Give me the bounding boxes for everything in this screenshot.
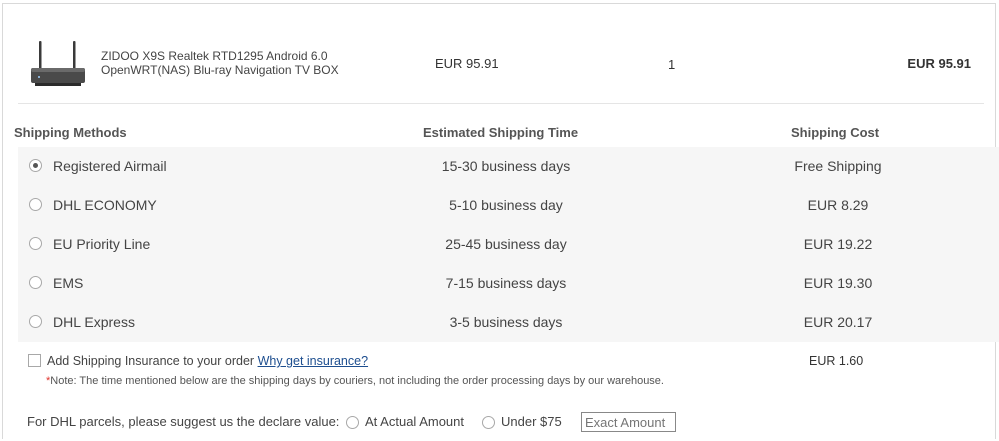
shipping-method-time: 25-45 business day [445, 236, 567, 252]
shipping-method-time: 3-5 business days [449, 314, 563, 330]
insurance-checkbox[interactable] [28, 354, 41, 367]
shipping-method-name: DHL Express [53, 314, 135, 330]
header-shipping-cost: Shipping Cost [791, 125, 880, 140]
shipping-method-cost: EUR 19.30 [803, 275, 873, 291]
shipping-method-row[interactable]: Registered Airmail 15-30 business days F… [18, 147, 999, 186]
exact-amount-input[interactable] [581, 412, 676, 432]
declare-under-label: Under $75 [501, 414, 562, 429]
divider [18, 103, 984, 104]
shipping-method-cost: EUR 19.22 [803, 236, 873, 252]
insurance-cost: EUR 1.60 [809, 354, 864, 368]
shipping-method-name: EMS [53, 275, 84, 291]
shipping-method-name: Registered Airmail [53, 158, 167, 174]
declare-actual-radio[interactable] [346, 416, 359, 429]
dhl-declare-label: For DHL parcels, please suggest us the d… [27, 414, 340, 429]
shipping-method-radio[interactable] [29, 276, 42, 289]
product-title[interactable]: ZIDOO X9S Realtek RTD1295 Android 6.0 Op… [101, 49, 361, 77]
insurance-label-text: Add Shipping Insurance to your order [47, 354, 255, 368]
shipping-method-cost: Free Shipping [794, 158, 882, 174]
tv-box-icon [31, 41, 85, 86]
product-quantity: 1 [668, 57, 676, 72]
insurance-label: Add Shipping Insurance to your order Why… [47, 354, 368, 368]
shipping-method-row[interactable]: EU Priority Line 25-45 business day EUR … [18, 225, 999, 264]
declare-actual-label: At Actual Amount [365, 414, 465, 429]
shipping-methods-list: Registered Airmail 15-30 business days F… [18, 147, 999, 342]
shipping-note: *Note: The time mentioned below are the … [46, 375, 664, 387]
declare-under-radio[interactable] [482, 416, 495, 429]
shipping-method-time: 5-10 business day [449, 197, 563, 213]
shipping-method-cost: EUR 8.29 [807, 197, 869, 213]
product-unit-price: EUR 95.91 [435, 56, 499, 71]
shipping-method-time: 15-30 business days [441, 158, 571, 174]
header-shipping-methods: Shipping Methods [14, 125, 127, 140]
shipping-method-row[interactable]: DHL ECONOMY 5-10 business day EUR 8.29 [18, 186, 999, 225]
shipping-method-radio[interactable] [29, 315, 42, 328]
shipping-method-cost: EUR 20.17 [803, 314, 873, 330]
checkout-panel: ZIDOO X9S Realtek RTD1295 Android 6.0 Op… [2, 3, 999, 439]
note-text: Note: The time mentioned below are the s… [50, 375, 664, 387]
why-insurance-link[interactable]: Why get insurance? [258, 354, 368, 368]
product-title-line2: OpenWRT(NAS) Blu-ray Navigation TV BOX [101, 63, 339, 77]
shipping-method-radio[interactable] [29, 159, 42, 172]
header-estimated-time: Estimated Shipping Time [423, 125, 579, 140]
shipping-method-row[interactable]: DHL Express 3-5 business days EUR 20.17 [18, 303, 999, 342]
shipping-method-radio[interactable] [29, 198, 42, 211]
product-title-line1: ZIDOO X9S Realtek RTD1295 Android 6.0 [101, 49, 328, 63]
shipping-method-name: DHL ECONOMY [53, 197, 157, 213]
product-row: ZIDOO X9S Realtek RTD1295 Android 6.0 Op… [3, 4, 995, 104]
shipping-method-row[interactable]: EMS 7-15 business days EUR 19.30 [18, 264, 999, 303]
shipping-method-radio[interactable] [29, 237, 42, 250]
shipping-method-name: EU Priority Line [53, 236, 151, 252]
shipping-method-time: 7-15 business days [445, 275, 567, 291]
product-total-price: EUR 95.91 [907, 56, 971, 71]
